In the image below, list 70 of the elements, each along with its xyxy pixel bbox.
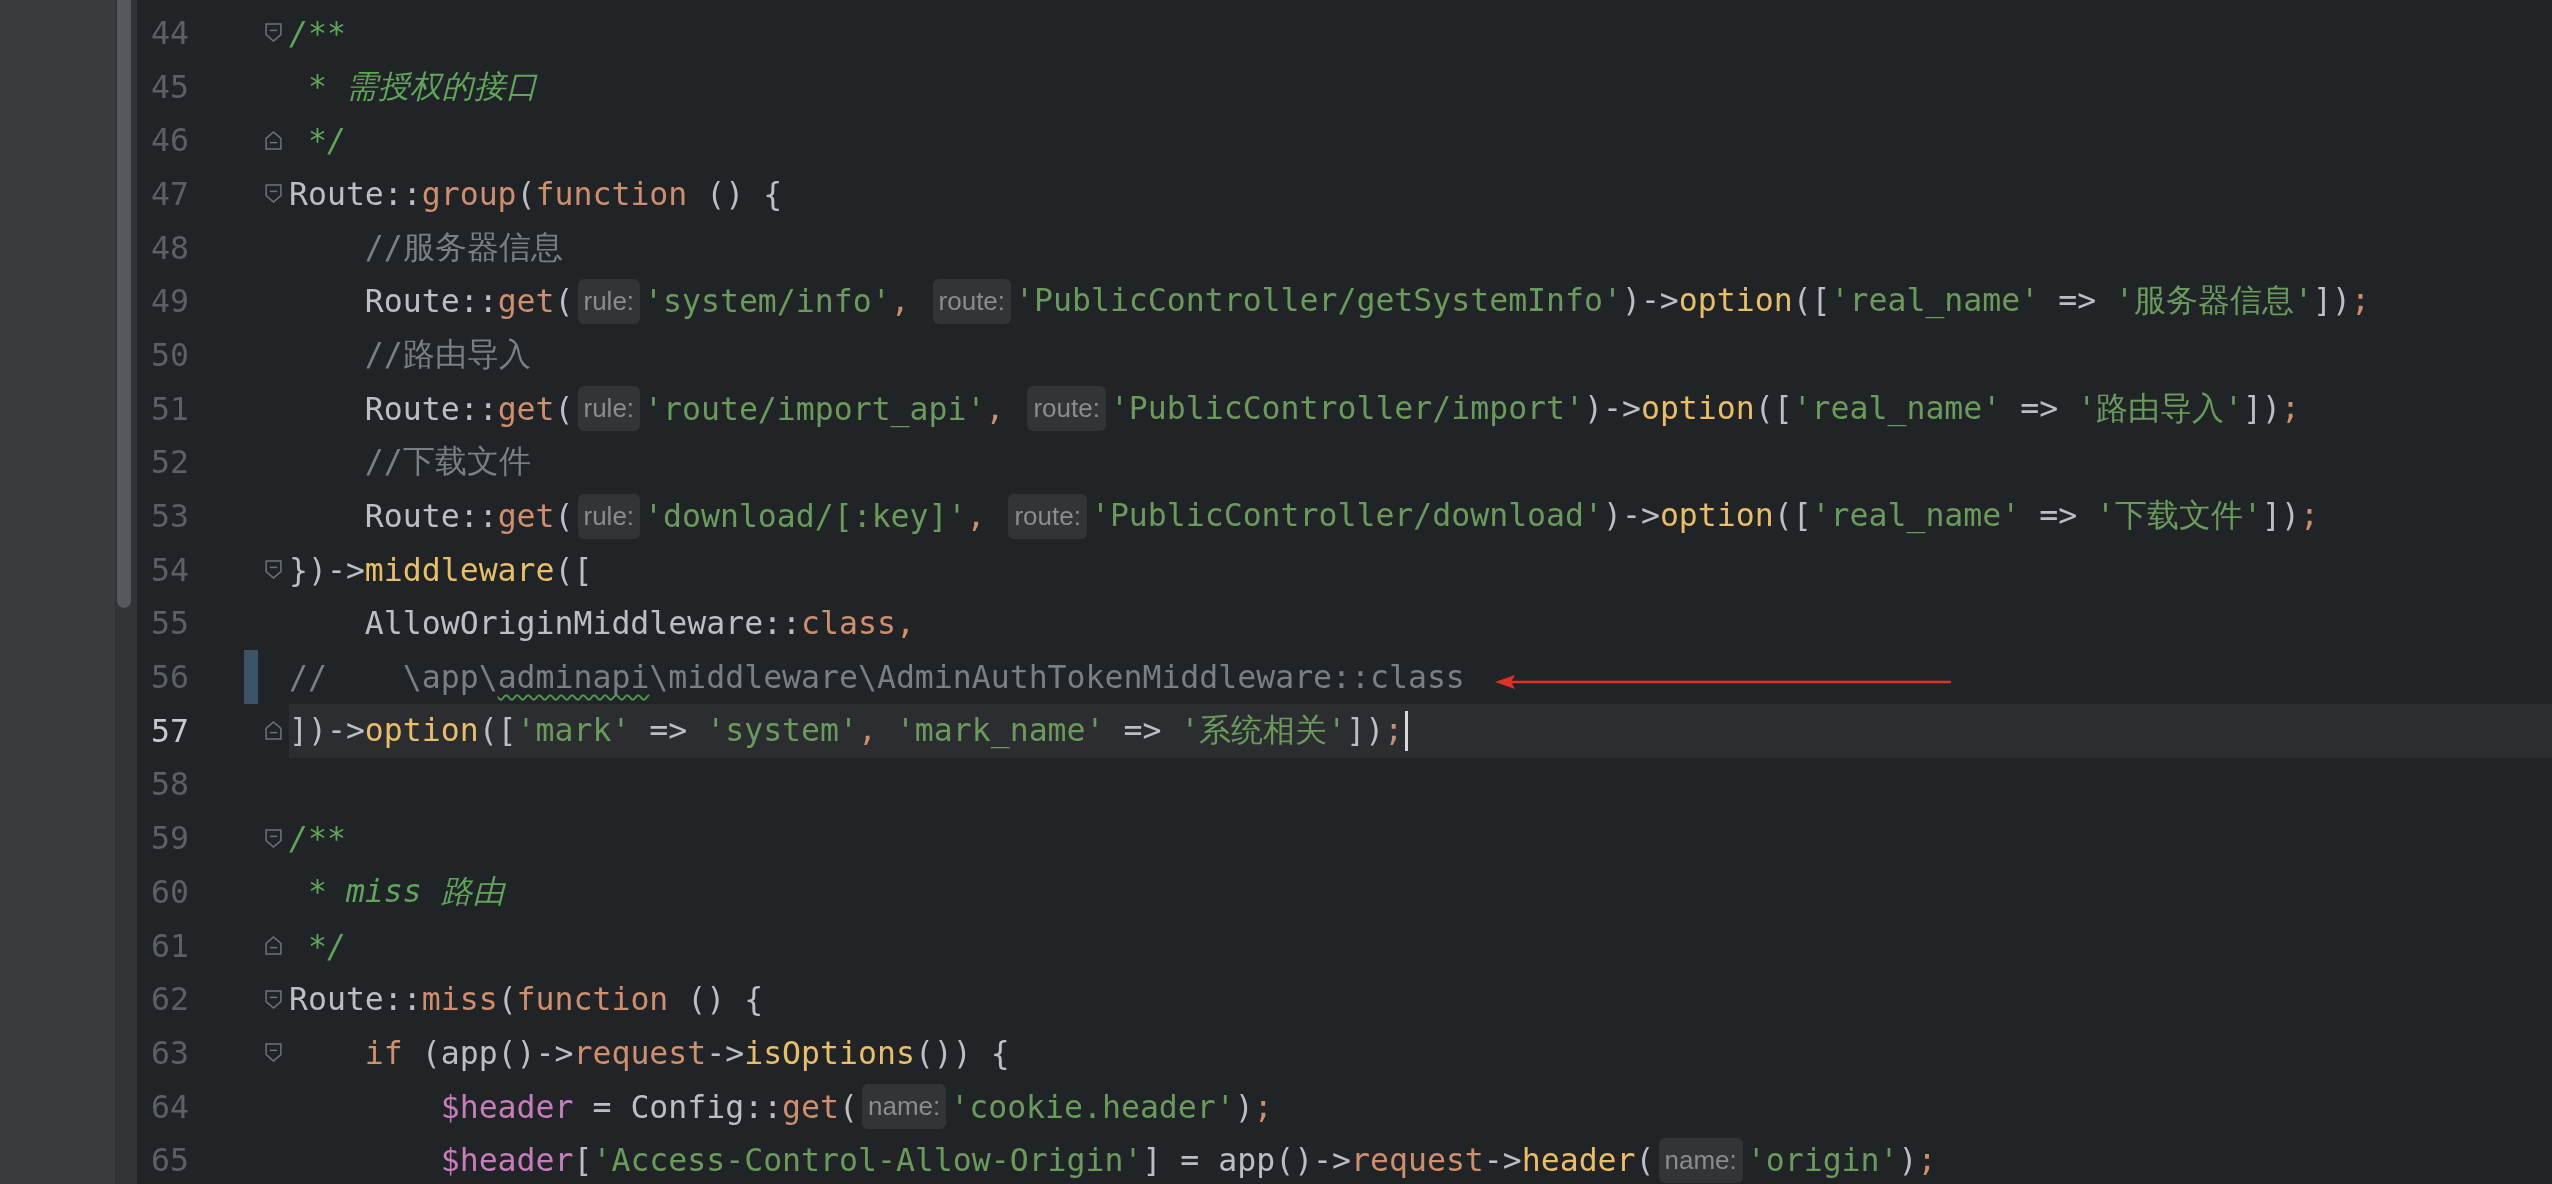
fold-icon[interactable] bbox=[265, 23, 282, 43]
line-number: 53 bbox=[150, 498, 189, 535]
fold-end-icon[interactable] bbox=[265, 936, 282, 956]
fold-end-icon[interactable] bbox=[265, 130, 282, 150]
code-text: * 需授权的接口 bbox=[307, 66, 538, 106]
code-text: * miss 路由 bbox=[307, 871, 505, 911]
code-text: ])->option(['mark' => 'system', 'mark_name' => '系统相关']); bbox=[289, 710, 1404, 751]
code-text: 'download/[:key]', bbox=[644, 498, 987, 535]
line-number: 55 bbox=[150, 605, 189, 642]
inlay-hint: route: bbox=[1027, 386, 1106, 432]
fold-icon[interactable] bbox=[265, 560, 282, 580]
code-text: 'PublicController/download')->option(['real_name' => '下载文件']); bbox=[1090, 496, 2319, 536]
line-number: 65 bbox=[150, 1142, 189, 1179]
inlay-hint: rule: bbox=[577, 493, 641, 539]
code-text: 'PublicController/getSystemInfo')->option(['real_name' => '服务器信息']); bbox=[1015, 281, 2370, 321]
fold-icon[interactable] bbox=[265, 1043, 282, 1063]
code-text: */ bbox=[307, 927, 346, 964]
code-text: 'route/import_api', bbox=[644, 390, 1006, 427]
line-number: 56 bbox=[150, 659, 189, 696]
line-number: 47 bbox=[150, 175, 189, 212]
code-text: Route::get( bbox=[364, 390, 574, 427]
line-number: 54 bbox=[150, 551, 189, 588]
fold-icon[interactable] bbox=[265, 989, 282, 1009]
line-number: 60 bbox=[150, 873, 189, 910]
line-number: 46 bbox=[150, 122, 189, 159]
code-text: 'cookie.header'); bbox=[950, 1088, 1273, 1125]
inlay-hint: rule: bbox=[577, 386, 641, 432]
fold-end-icon[interactable] bbox=[265, 721, 282, 741]
line-number: 63 bbox=[150, 1034, 189, 1071]
fold-icon[interactable] bbox=[265, 184, 282, 204]
line-number: 51 bbox=[150, 390, 189, 427]
code-text: Route::get( bbox=[364, 283, 574, 320]
inlay-hint: rule: bbox=[577, 278, 641, 324]
code-text: //路由导入 bbox=[364, 334, 531, 374]
line-number: 57 bbox=[150, 712, 189, 749]
line-number: 49 bbox=[150, 283, 189, 320]
code-text: 'system/info', bbox=[644, 283, 911, 320]
code-text: if (app()->request->isOptions()) { bbox=[364, 1034, 1010, 1071]
code-text: Route::miss(function () { bbox=[289, 981, 764, 1018]
code-text: /** bbox=[289, 820, 346, 857]
line-number: 64 bbox=[150, 1088, 189, 1125]
line-number: 52 bbox=[150, 444, 189, 481]
code-text: $header['Access-Control-Allow-Origin'] = app()->request->header( bbox=[440, 1142, 1655, 1179]
code-text: //下载文件 bbox=[364, 442, 531, 482]
line-number: 50 bbox=[150, 336, 189, 373]
code-text: })->middleware([ bbox=[289, 551, 593, 588]
code-text: $header = Config::get( bbox=[440, 1088, 858, 1125]
line-number: 59 bbox=[150, 820, 189, 857]
code-text: /** bbox=[289, 14, 346, 51]
line-number: 58 bbox=[150, 766, 189, 803]
code-text: */ bbox=[307, 122, 346, 159]
line-number: 45 bbox=[150, 68, 189, 105]
fold-icon[interactable] bbox=[265, 828, 282, 848]
code-text: Route::get( bbox=[364, 498, 574, 535]
code-text: //服务器信息 bbox=[364, 227, 563, 267]
inlay-hint: name: bbox=[1658, 1137, 1743, 1183]
change-marker[interactable] bbox=[244, 650, 258, 704]
line-number: 61 bbox=[150, 927, 189, 964]
inlay-hint: route: bbox=[1008, 493, 1087, 539]
line-number: 48 bbox=[150, 229, 189, 266]
scrollbar-thumb[interactable] bbox=[117, 0, 131, 608]
code-text: 'origin'); bbox=[1746, 1142, 1937, 1179]
code-text: Route::group(function () { bbox=[289, 175, 783, 212]
code-text: AllowOriginMiddleware::class, bbox=[364, 605, 915, 642]
inlay-hint: route: bbox=[932, 278, 1012, 324]
inlay-hint: name: bbox=[862, 1084, 947, 1130]
code-text: // \app\adminapi\middleware\AdminAuthTokenMiddleware::class bbox=[289, 659, 1465, 696]
line-number: 44 bbox=[150, 14, 189, 51]
line-number: 62 bbox=[150, 981, 189, 1018]
code-text: 'PublicController/import')->option(['real_name' => '路由导入']); bbox=[1109, 388, 2300, 429]
